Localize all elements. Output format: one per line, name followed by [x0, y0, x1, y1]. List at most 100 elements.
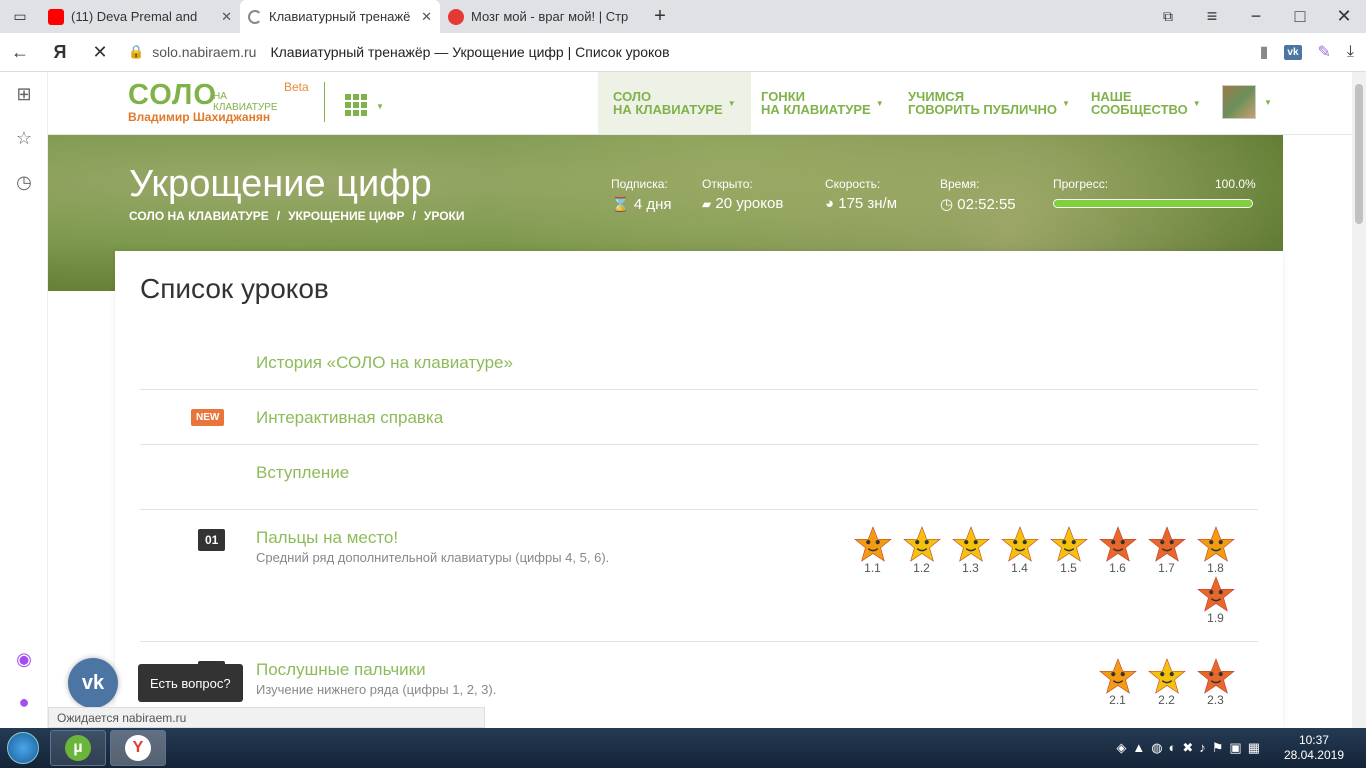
tab-2[interactable]: Мозг мой - враг мой! | Стр [440, 0, 640, 33]
stat-value: 175 зн/м [838, 195, 898, 212]
url-page-title[interactable]: Клавиатурный тренажёр — Укрощение цифр |… [270, 44, 669, 60]
avatar[interactable] [1222, 85, 1256, 119]
exercise-star[interactable]: 1.3 [946, 526, 995, 576]
vk-extension-icon[interactable]: vk [1284, 44, 1302, 60]
vk-chat-button[interactable]: vk [68, 658, 118, 708]
bookmark-icon[interactable]: ▮ [1260, 42, 1269, 62]
minimize-button[interactable]: − [1234, 6, 1278, 27]
tab-0[interactable]: (11) Deva Premal and ✕ [40, 0, 240, 33]
system-tray[interactable]: ◈▲◍◐✖♪⚑▣▦ [1116, 740, 1266, 756]
breadcrumb-item[interactable]: СОЛО НА КЛАВИАТУРЕ [129, 209, 269, 223]
tab-1[interactable]: Клавиатурный тренажё ✕ [240, 0, 440, 33]
menu-solo[interactable]: СОЛО НА КЛАВИАТУРЕ ▼ [598, 72, 751, 134]
clock[interactable]: 10:37 28.04.2019 [1284, 733, 1344, 763]
close-icon[interactable]: ✕ [421, 9, 432, 25]
stop-loading-icon[interactable]: ✕ [80, 42, 120, 63]
logo-sub2: КЛАВИАТУРЕ [213, 102, 278, 113]
chevron-down-icon[interactable]: ▼ [1264, 98, 1272, 107]
start-button[interactable] [0, 728, 46, 768]
stat-time: Время: ◷ 02:52:55 [940, 177, 1016, 213]
stat-subscription: Подписка: ⌛ 4 дня [611, 177, 672, 213]
lesson-link[interactable]: Послушные пальчики [256, 660, 426, 680]
maximize-button[interactable]: □ [1278, 6, 1322, 27]
apps-icon[interactable]: ⊞ [0, 72, 48, 116]
lesson-description: Изучение нижнего ряда (цифры 1, 2, 3). [256, 682, 497, 697]
pen-icon[interactable]: ✎ [1318, 42, 1331, 62]
history-icon[interactable]: ◷ [0, 160, 48, 204]
logo-sub: НА КЛАВИАТУРЕ [213, 91, 278, 113]
new-badge: NEW [191, 409, 225, 426]
star-icon [951, 526, 990, 562]
lesson-link[interactable]: Вступление [256, 463, 349, 483]
star-icon [1049, 526, 1088, 562]
lesson-link[interactable]: Пальцы на место! [256, 528, 398, 548]
exercise-label: 1.5 [1060, 561, 1077, 575]
yandex-icon[interactable]: Я [40, 42, 80, 63]
breadcrumb: СОЛО НА КЛАВИАТУРЕ / УКРОЩЕНИЕ ЦИФР / УРОКИ [129, 209, 465, 223]
exercise-label: 1.1 [864, 561, 881, 575]
bookmarks-icon[interactable]: ⧉ [1146, 8, 1190, 25]
star-icon[interactable]: ☆ [0, 116, 48, 160]
lessons-card: Список уроков История «СОЛО на клавиатур… [115, 251, 1283, 728]
apps-grid-icon[interactable] [345, 94, 367, 116]
menu-label-line2: НА КЛАВИАТУРЕ [761, 102, 871, 117]
new-tab-button[interactable]: + [640, 5, 680, 28]
star-icon [1000, 526, 1039, 562]
exercise-star[interactable]: 1.1 [848, 526, 897, 576]
exercise-stars: 2.1 2.2 2.3 [840, 658, 1240, 708]
exercise-star[interactable]: 1.9 [1191, 576, 1240, 626]
exercise-star[interactable]: 1.4 [995, 526, 1044, 576]
chevron-down-icon: ▼ [875, 98, 884, 108]
scrollbar[interactable] [1352, 72, 1366, 728]
close-icon[interactable]: ✕ [221, 9, 232, 25]
tab-title: (11) Deva Premal and [71, 9, 198, 24]
stop-icon [448, 8, 464, 25]
exercise-label: 2.1 [1109, 693, 1126, 707]
alice-icon[interactable]: ◉ [0, 637, 48, 681]
tab-title: Мозг мой - враг мой! | Стр [471, 9, 629, 24]
exercise-star[interactable]: 1.8 [1191, 526, 1240, 576]
menu-label-line2: СООБЩЕСТВО [1091, 102, 1188, 117]
sidebar-toggle-icon[interactable]: ▭ [0, 8, 40, 25]
exercise-star[interactable]: 1.7 [1142, 526, 1191, 576]
exercise-star[interactable]: 1.6 [1093, 526, 1142, 576]
logo-sub1: НА [213, 91, 227, 102]
exercise-star[interactable]: 1.2 [897, 526, 946, 576]
back-icon[interactable]: ← [0, 42, 40, 63]
star-icon [853, 526, 892, 562]
breadcrumb-item[interactable]: УРОКИ [424, 209, 465, 223]
exercise-star[interactable]: 2.2 [1142, 658, 1191, 708]
exercise-label: 1.4 [1011, 561, 1028, 575]
site-header: СОЛО НА КЛАВИАТУРЕ Beta Владимир Шахиджан… [48, 72, 1352, 135]
taskbar-yandex-browser[interactable]: Y [110, 730, 166, 766]
stat-value: 02:52:55 [957, 196, 1016, 213]
close-window-button[interactable]: ✕ [1322, 6, 1366, 27]
star-icon [1196, 576, 1235, 612]
exercise-stars: 1.1 1.2 1.3 1.4 1.5 1.6 1.7 1.8 1.9 [840, 526, 1240, 626]
lock-icon: 🔒 [128, 44, 145, 59]
scrollbar-thumb[interactable] [1355, 84, 1363, 224]
menu-races[interactable]: ГОНКИ НА КЛАВИАТУРЕ ▼ [746, 72, 899, 134]
alice-voice-icon[interactable]: ● [0, 680, 48, 724]
taskbar-utorrent[interactable]: µ [50, 730, 106, 766]
menu-community[interactable]: НАШЕ СООБЩЕСТВО ▼ [1076, 72, 1216, 134]
url-domain[interactable]: solo.nabiraem.ru [152, 44, 256, 60]
exercise-label: 1.9 [1207, 611, 1224, 625]
exercise-star[interactable]: 2.1 [1093, 658, 1142, 708]
exercise-star[interactable]: 2.3 [1191, 658, 1240, 708]
breadcrumb-item[interactable]: УКРОЩЕНИЕ ЦИФР [288, 209, 404, 223]
download-icon[interactable]: ⤓ [1347, 43, 1354, 61]
chevron-down-icon: ▼ [1061, 98, 1070, 108]
chevron-down-icon[interactable]: ▼ [376, 102, 384, 111]
site-logo[interactable]: СОЛО НА КЛАВИАТУРЕ Beta Владимир Шахиджан… [128, 80, 309, 124]
stat-label: Скорость: [825, 177, 881, 191]
menu-speaking[interactable]: УЧИМСЯ ГОВОРИТЬ ПУБЛИЧНО ▼ [893, 72, 1085, 134]
yandex-browser-icon: Y [125, 735, 151, 761]
exercise-star[interactable]: 1.5 [1044, 526, 1093, 576]
menu-icon[interactable]: ≡ [1190, 6, 1234, 27]
stat-speed: Скорость: ◕ 175 зн/м [825, 177, 897, 212]
lesson-link[interactable]: История «СОЛО на клавиатуре» [256, 353, 513, 373]
lesson-link[interactable]: Интерактивная справка [256, 408, 443, 428]
youtube-icon [48, 8, 64, 25]
star-icon [1147, 658, 1186, 694]
